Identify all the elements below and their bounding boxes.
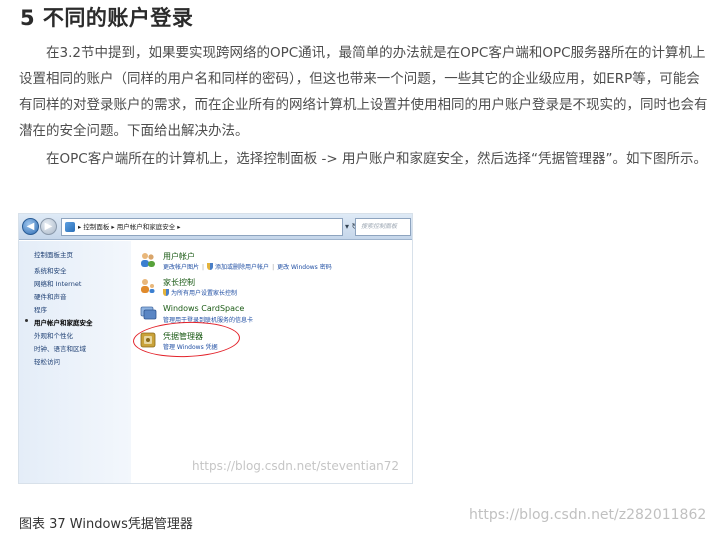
control-panel-icon [65, 222, 75, 232]
bullet-icon [25, 319, 28, 322]
family-icon [141, 279, 155, 293]
sidebar: 控制面板主页 系统和安全 网络和 Internet 硬件和声音 程序 用户帐户和… [19, 241, 131, 483]
sidebar-item-active: 用户帐户和家庭安全 [25, 317, 93, 327]
sidebar-item: 控制面板主页 [34, 251, 73, 259]
sidebar-item: 程序 [34, 306, 47, 314]
search-box: 搜索控制面板 [355, 218, 411, 236]
explorer-toolbar: ◀ ▶ ▸ 控制面板 ▸ 用户帐户和家庭安全 ▸ ▾ ↻ 搜索控制面板 [19, 214, 412, 240]
paragraph-2: 在OPC客户端所在的计算机上，选择控制面板 -> 用户账户和家庭安全，然后选择“… [46, 151, 707, 167]
forward-icon: ▶ [40, 218, 57, 235]
link: 添加或删除用户帐户 [215, 264, 270, 271]
highlight-circle [132, 320, 241, 359]
sidebar-item: 外观和个性化 [34, 332, 73, 340]
sidebar-item: 网络和 Internet [34, 280, 82, 288]
sidebar-item: 系统和安全 [34, 267, 67, 275]
section-heading: 5 不同的账户登录 [20, 6, 194, 30]
figure-caption: 图表 37 Windows凭据管理器 [19, 517, 193, 532]
link: 更改 Windows 密码 [277, 264, 332, 271]
cardspace-icon [140, 306, 157, 320]
sidebar-item: 硬件和声音 [34, 293, 67, 301]
address-bar: ▸ 控制面板 ▸ 用户帐户和家庭安全 ▸ [61, 218, 343, 236]
sidebar-item: 轻松访问 [34, 358, 60, 366]
back-icon: ◀ [22, 218, 39, 235]
screenshot-watermark: https://blog.csdn.net/steventian72 [192, 459, 400, 473]
page-watermark: https://blog.csdn.net/z282011862 [469, 507, 707, 523]
paragraph-1: 在3.2节中提到，如果要实现跨网络的OPC通讯，最简单的办法就是在OPC客户端和… [19, 45, 708, 139]
control-panel-screenshot: ◀ ▶ ▸ 控制面板 ▸ 用户帐户和家庭安全 ▸ ▾ ↻ 搜索控制面板 控制面板… [18, 213, 413, 484]
uac-shield-icon [163, 289, 169, 296]
link: 更改帐户图片 [163, 264, 200, 271]
link: 为所有用户设置家长控制 [171, 290, 238, 297]
sidebar-item: 时钟、语言和区域 [34, 345, 86, 353]
users-icon [141, 253, 155, 267]
uac-shield-icon [207, 263, 214, 270]
